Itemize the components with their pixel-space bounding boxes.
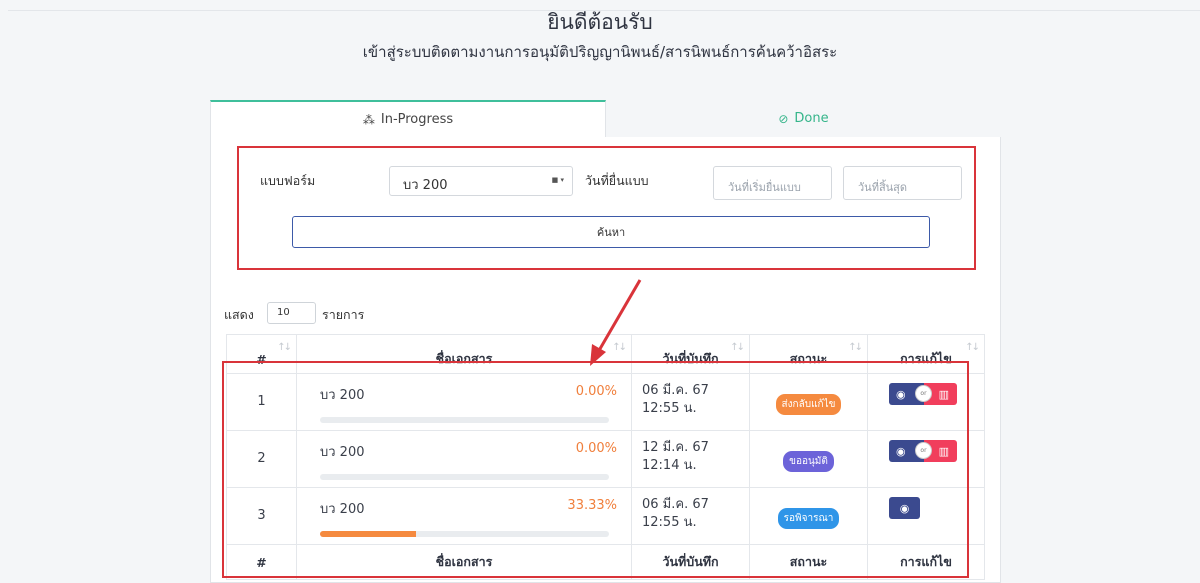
- tab-done-label: Done: [794, 111, 829, 126]
- sort-icon: ↑↓: [965, 342, 980, 353]
- tab-in-progress[interactable]: ⁂ In-Progress: [210, 100, 606, 137]
- sort-icon: ↑↓: [277, 342, 292, 353]
- tab-in-progress-label: In-Progress: [380, 112, 454, 127]
- sort-icon: ↑↓: [612, 342, 627, 353]
- sort-icon: ↑↓: [848, 342, 863, 353]
- length-select[interactable]: 10: [267, 302, 316, 324]
- page-subtitle: เข้าสู่ระบบติดตามงานการอนุมัติปริญญานิพน…: [362, 43, 838, 61]
- filter-highlight-box: [237, 146, 976, 270]
- check-circle-icon: ⊘: [778, 111, 789, 126]
- length-suffix: รายการ: [322, 307, 365, 322]
- tab-done[interactable]: ⊘ Done: [606, 100, 1001, 137]
- sort-icon: ↑↓: [730, 342, 745, 353]
- table-highlight-box: [222, 361, 969, 578]
- page-title: ยินดีต้อนรับ: [547, 10, 653, 34]
- spinner-icon: ⁂: [362, 112, 375, 127]
- length-prefix: แสดง: [224, 307, 254, 322]
